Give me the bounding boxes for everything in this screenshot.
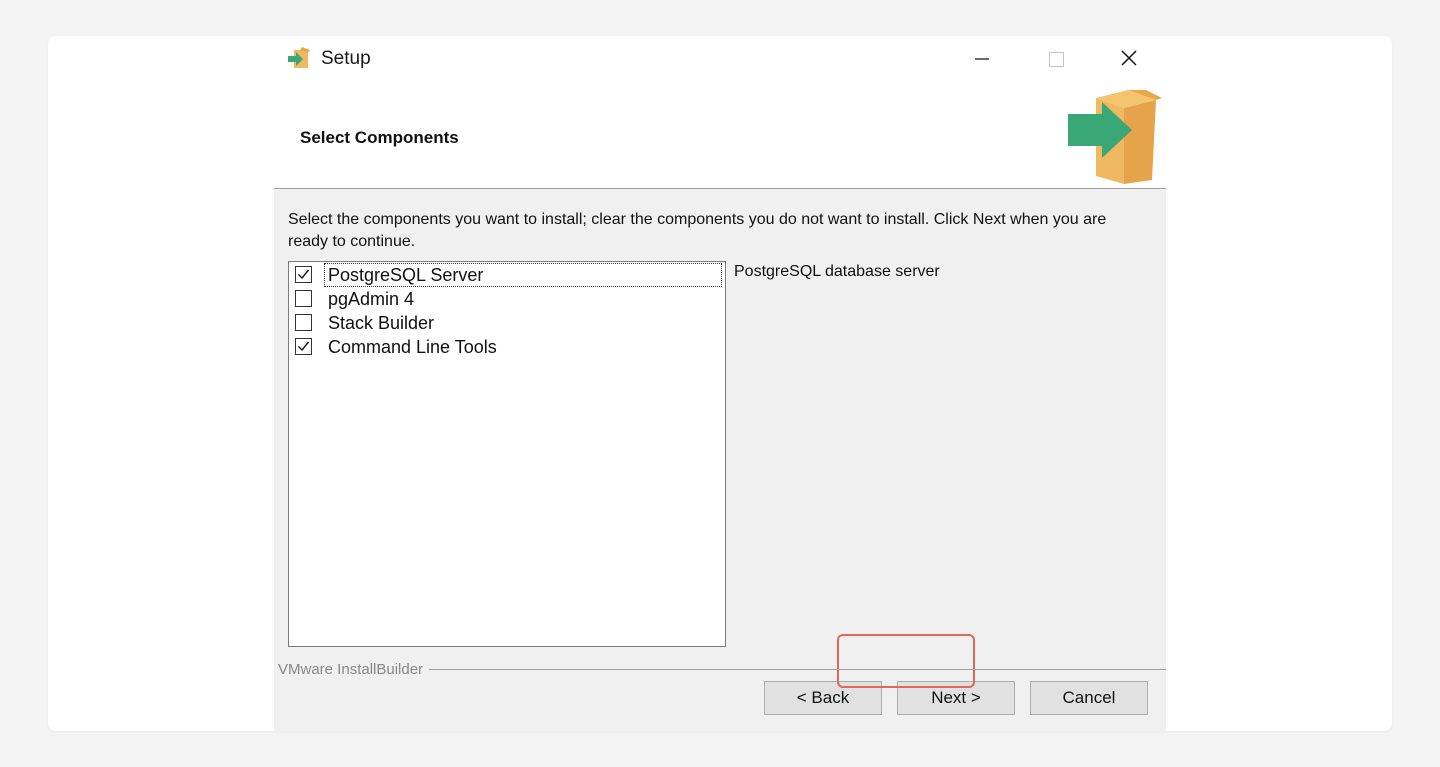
cancel-button[interactable]: Cancel — [1030, 681, 1148, 715]
minimize-icon — [975, 58, 989, 60]
list-item-label: PostgreSQL Server — [324, 263, 722, 287]
list-item[interactable]: Command Line Tools — [295, 336, 721, 358]
list-item[interactable]: Stack Builder — [295, 312, 721, 334]
maximize-icon — [1049, 52, 1064, 67]
setup-window: Setup Select Components Select the compo… — [274, 36, 1166, 731]
check-icon — [298, 341, 310, 352]
close-button[interactable] — [1100, 40, 1160, 78]
list-item-label: Stack Builder — [328, 313, 435, 333]
checkbox[interactable] — [295, 314, 312, 331]
page-title: Select Components — [300, 128, 459, 147]
checkbox[interactable] — [295, 290, 312, 307]
screenshot-card: Setup Select Components Select the compo… — [48, 36, 1392, 731]
checkbox[interactable] — [295, 266, 312, 283]
list-item[interactable]: PostgreSQL Server — [295, 263, 722, 287]
instructions-text: Select the components you want to instal… — [288, 211, 1107, 250]
list-item-label: pgAdmin 4 — [328, 289, 415, 309]
check-icon — [298, 269, 310, 280]
list-item[interactable]: pgAdmin 4 — [295, 288, 721, 310]
window-title: Setup — [321, 48, 371, 69]
component-description: PostgreSQL database server — [734, 263, 940, 280]
next-button-highlight — [837, 634, 975, 688]
maximize-button[interactable] — [1026, 40, 1086, 78]
brand-label: VMware InstallBuilder — [278, 661, 430, 678]
app-icon — [288, 47, 310, 68]
components-list[interactable]: PostgreSQL Server pgAdmin 4 Stack Builde… — [288, 261, 726, 647]
box-arrow-icon — [1068, 90, 1162, 184]
minimize-button[interactable] — [952, 40, 1012, 78]
wizard-header: Select Components — [274, 82, 1166, 188]
close-icon — [1121, 50, 1137, 66]
title-bar: Setup — [274, 36, 1166, 82]
wizard-body: Select the components you want to instal… — [274, 189, 1166, 731]
checkbox[interactable] — [295, 338, 312, 355]
list-item-label: Command Line Tools — [328, 337, 497, 357]
